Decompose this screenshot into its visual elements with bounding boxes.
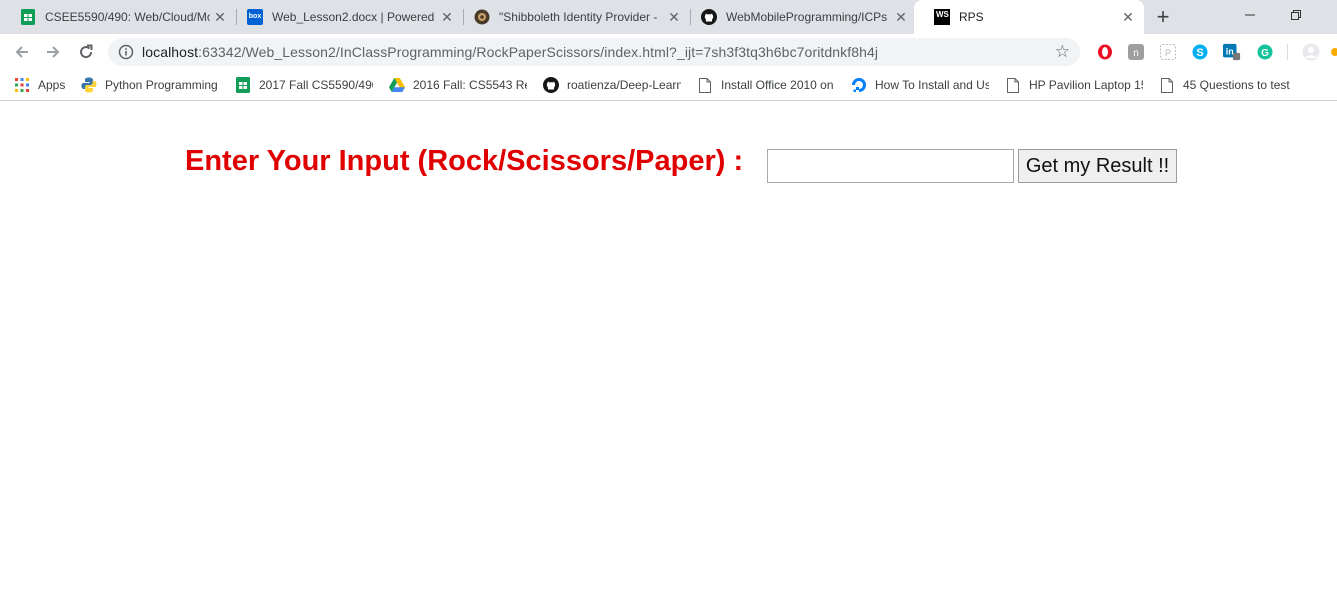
svg-text:in: in	[1226, 47, 1234, 57]
bookmark-label: 2017 Fall CS5590/490	[259, 78, 373, 92]
tab-shibboleth[interactable]: "Shibboleth Identity Provider - ✕	[454, 0, 690, 34]
svg-text:S: S	[1196, 47, 1203, 59]
page-icon	[1005, 77, 1021, 93]
tab-web-lesson2[interactable]: box Web_Lesson2.docx | Powered b ✕	[227, 0, 463, 34]
page-icon	[697, 77, 713, 93]
google-drive-icon	[389, 77, 405, 93]
bookmark-label: roatienza/Deep-Learn	[567, 78, 681, 92]
bookmark-how-to-install[interactable]: How To Install and Us	[851, 76, 989, 94]
bookmark-label: Apps	[38, 78, 66, 92]
bookmark-python-programming[interactable]: Python Programming	[81, 76, 219, 94]
google-sheets-icon	[20, 9, 36, 25]
minimize-button[interactable]	[1227, 0, 1273, 30]
github-icon	[543, 77, 559, 93]
url-host: localhost	[142, 44, 199, 60]
bookmark-hp-pavilion[interactable]: HP Pavilion Laptop 15	[1005, 76, 1143, 94]
menu-dot-icon[interactable]	[1331, 48, 1337, 56]
tab-strip: CSEE5590/490: Web/Cloud/Mo ✕ box Web_Les…	[0, 0, 1337, 34]
bookmark-roatienza[interactable]: roatienza/Deep-Learn	[543, 76, 681, 94]
bookmark-star-icon[interactable]: ☆	[1055, 42, 1070, 62]
extension-dotted-icon[interactable]: P	[1159, 43, 1177, 61]
bookmark-apps[interactable]: Apps	[14, 76, 74, 94]
address-bar[interactable]: localhost:63342/Web_Lesson2/InClassProgr…	[108, 38, 1080, 66]
linkedin-icon[interactable]: in	[1223, 43, 1241, 61]
rps-prompt-label: Enter Your Input (Rock/Scissors/Paper) :	[185, 145, 744, 177]
bookmark-2017-fall[interactable]: 2017 Fall CS5590/490	[235, 76, 373, 94]
tab-webmobileprogramming[interactable]: WebMobileProgramming/ICPs ✕	[681, 0, 917, 34]
bookmark-label: 2016 Fall: CS5543 Re	[413, 78, 527, 92]
bookmark-label: HP Pavilion Laptop 15	[1029, 78, 1143, 92]
skype-icon[interactable]: S	[1191, 43, 1209, 61]
github-icon	[701, 9, 717, 25]
close-icon[interactable]: ✕	[891, 7, 911, 27]
google-sheets-icon	[235, 77, 251, 93]
tab-csee5590[interactable]: CSEE5590/490: Web/Cloud/Mo ✕	[0, 0, 236, 34]
bookmarks-bar: Apps Python Programming 2017 Fall CS5590…	[0, 70, 1337, 101]
bookmark-45-questions[interactable]: 45 Questions to test	[1159, 76, 1297, 94]
bookmark-label: How To Install and Us	[875, 78, 989, 92]
digitalocean-icon	[851, 77, 867, 93]
back-button[interactable]	[10, 40, 34, 64]
page-icon	[1159, 77, 1175, 93]
restore-button[interactable]	[1273, 0, 1319, 30]
browser-toolbar: localhost:63342/Web_Lesson2/InClassProgr…	[0, 34, 1337, 70]
box-icon: box	[247, 9, 263, 25]
svg-text:P: P	[1165, 48, 1171, 58]
tab-title: Web_Lesson2.docx | Powered b	[272, 10, 437, 24]
tab-rps-active[interactable]: WS RPS ✕	[914, 0, 1144, 34]
reload-icon	[80, 44, 93, 59]
tab-title: RPS	[959, 10, 984, 24]
info-icon[interactable]	[118, 44, 134, 60]
svg-text:n: n	[1133, 48, 1139, 59]
bookmark-label: Install Office 2010 on	[721, 78, 834, 92]
tab-title: WebMobileProgramming/ICPs	[726, 10, 888, 24]
bookmark-install-office[interactable]: Install Office 2010 on	[697, 76, 835, 94]
toolbar-divider	[1287, 44, 1288, 60]
opera-extension-icon[interactable]	[1096, 43, 1114, 61]
reload-button[interactable]	[74, 40, 98, 64]
tab-title: "Shibboleth Identity Provider -	[499, 10, 658, 24]
python-icon	[81, 77, 97, 93]
extension-grey-icon[interactable]: n	[1127, 43, 1145, 61]
new-tab-button[interactable]: +	[1151, 4, 1175, 29]
get-result-button[interactable]: Get my Result !!	[1018, 149, 1177, 183]
close-icon[interactable]: ✕	[1118, 7, 1138, 27]
url-text[interactable]: localhost:63342/Web_Lesson2/InClassProgr…	[142, 44, 878, 60]
rps-choice-input[interactable]	[767, 149, 1014, 183]
page-content: Enter Your Input (Rock/Scissors/Paper) :…	[0, 101, 1337, 615]
bookmark-label: Python Programming	[105, 78, 218, 92]
bookmark-2016-fall[interactable]: 2016 Fall: CS5543 Re	[389, 76, 527, 94]
back-arrow-icon	[15, 46, 28, 58]
grammarly-icon[interactable]: G	[1256, 43, 1274, 61]
tab-title: CSEE5590/490: Web/Cloud/Mo	[45, 10, 210, 24]
svg-text:G: G	[1261, 48, 1269, 59]
profile-avatar-icon[interactable]	[1302, 43, 1320, 61]
apps-grid-icon	[14, 77, 30, 93]
forward-button[interactable]	[41, 40, 65, 64]
webstorm-icon: WS	[934, 9, 950, 25]
url-path: :63342/Web_Lesson2/InClassProgramming/Ro…	[198, 44, 879, 60]
shibboleth-icon	[474, 9, 490, 25]
bookmark-label: 45 Questions to test	[1183, 78, 1290, 92]
forward-arrow-icon	[47, 46, 60, 58]
